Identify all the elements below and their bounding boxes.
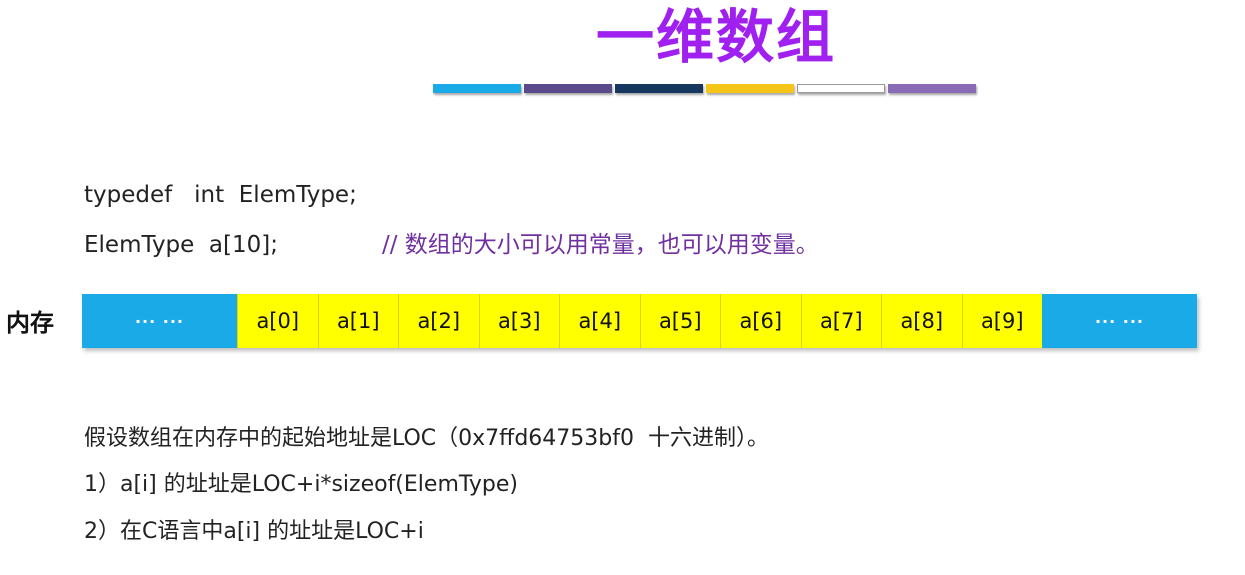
memory-ellipsis-left: ··· ··· [82,294,237,348]
code-comment: // 数组的大小可以用常量，也可以用变量。 [382,232,819,258]
array-element-cell: a[7] [800,294,881,348]
code-typedef-line: typedef int ElemType; [84,182,357,208]
array-element-cell: a[0] [237,294,318,348]
array-element-cell: a[6] [720,294,801,348]
color-bar-segment [797,84,885,93]
color-bar-segment [706,84,794,93]
code-declaration-line: ElemType a[10]; [84,232,278,258]
array-element-cell: a[2] [398,294,479,348]
memory-diagram: ··· ··· a[0] a[1] a[2] a[3] a[4] a[5] a[… [82,294,1197,348]
array-element-cell: a[3] [478,294,559,348]
color-bar-segment [433,84,521,93]
note-start-address: 假设数组在内存中的起始地址是LOC（0x7ffd64753bf0 十六进制）。 [84,426,769,451]
array-element-cell: a[9] [961,294,1042,348]
memory-label: 内存 [6,309,54,337]
array-element-cell: a[4] [559,294,640,348]
page-title: 一维数组 [596,3,837,71]
note-c-address: 2）在C语言中a[i] 的址址是LOC+i [84,519,424,544]
decorative-color-bar [433,84,976,93]
color-bar-segment [524,84,612,93]
memory-ellipsis-right: ··· ··· [1042,294,1197,348]
color-bar-segment [615,84,703,93]
color-bar-segment [888,84,976,93]
array-element-cell: a[8] [881,294,962,348]
array-element-cell: a[5] [639,294,720,348]
array-element-cell: a[1] [317,294,398,348]
note-address-formula: 1）a[i] 的址址是LOC+i*sizeof(ElemType) [84,472,518,497]
